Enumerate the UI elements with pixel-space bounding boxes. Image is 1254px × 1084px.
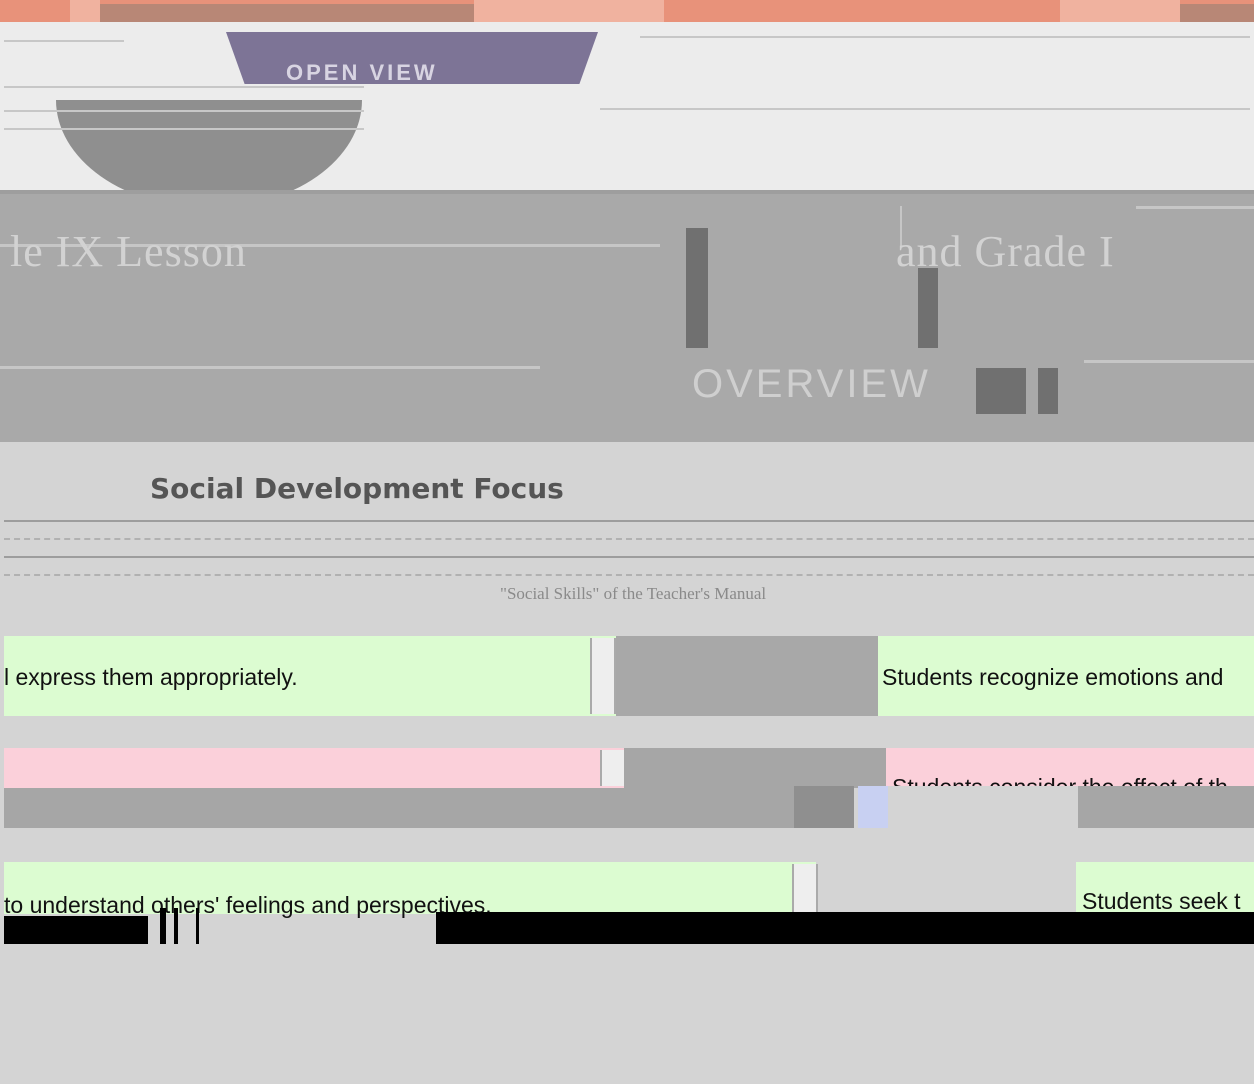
intro-paragraph: "Social Skills" of the Teacher's Manual — [4, 520, 1254, 603]
select-arrow-button[interactable] — [792, 864, 818, 912]
row-left-text: to understand others' feelings and persp… — [4, 892, 492, 918]
row-right-text: Students recognize emotions and — [882, 664, 1224, 690]
grade-label: and Grade I — [896, 227, 1115, 276]
select-arrow-button[interactable] — [590, 638, 616, 714]
lesson-label: le IX Lesson — [10, 227, 247, 276]
title-divider — [918, 268, 938, 348]
overview-label: OVERVIEW — [692, 362, 931, 406]
select-arrow-button[interactable] — [600, 750, 626, 786]
lesson-title-band: le IX Lesson and Grade I OVERVIEW — [0, 194, 1254, 442]
redaction-bar — [436, 912, 1254, 944]
title-block — [1038, 368, 1058, 414]
row-right-text: Students seek t — [1082, 888, 1241, 914]
section-title: Social Development Focus — [150, 472, 564, 505]
site-header: OPEN VIEW — [0, 22, 1254, 208]
logo-text: OPEN VIEW — [286, 60, 438, 85]
top-stripe — [0, 0, 1254, 22]
redaction-bar — [4, 916, 148, 944]
title-divider — [686, 228, 708, 348]
row-left-text: l express them appropriately. — [4, 664, 298, 690]
table-row — [4, 748, 624, 788]
intro-caption: "Social Skills" of the Teacher's Manual — [500, 584, 767, 603]
title-block — [976, 368, 1026, 414]
